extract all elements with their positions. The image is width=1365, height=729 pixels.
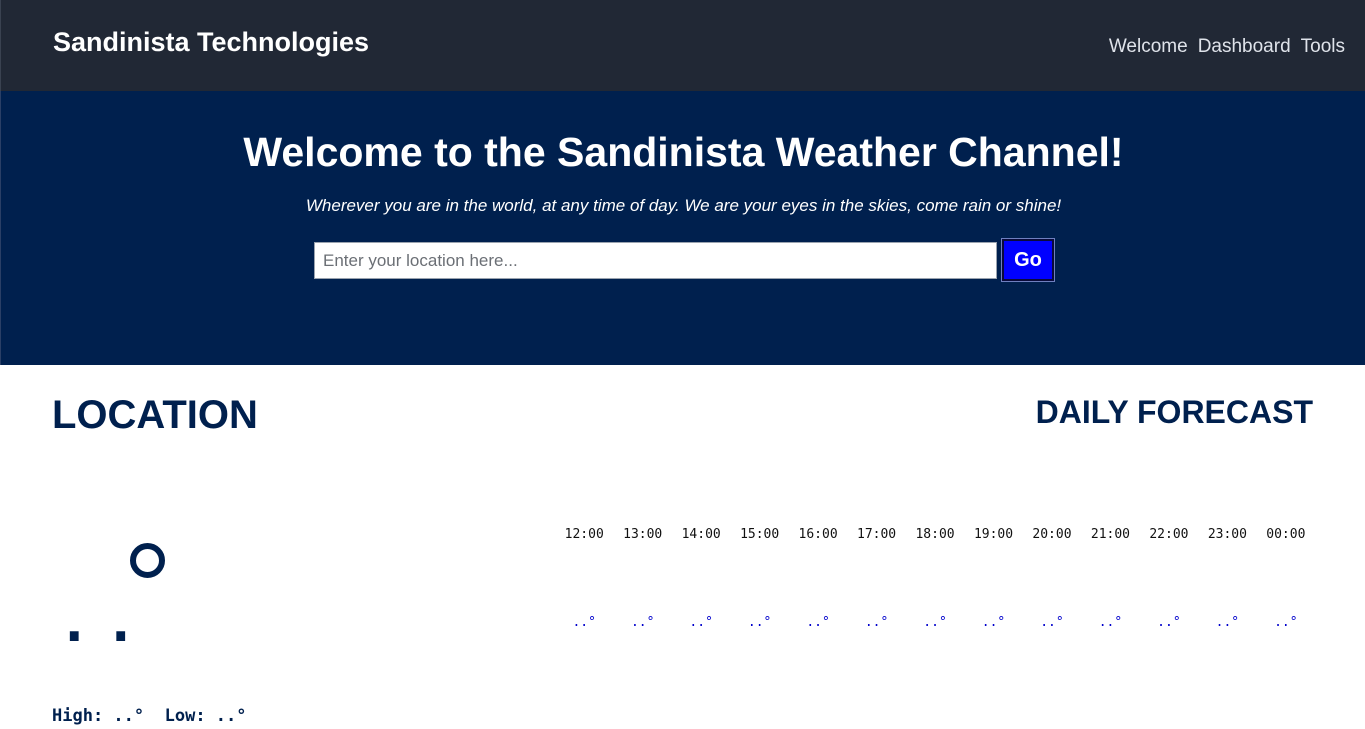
hour-temperature: ..° xyxy=(630,615,655,630)
location-title: LOCATION xyxy=(52,393,258,437)
hero-subtitle: Wherever you are in the world, at any ti… xyxy=(305,196,1062,215)
circle-weather-icon xyxy=(130,543,165,578)
hour-time: 22:00 xyxy=(1149,527,1189,542)
hourly-forecast-item: 19:00 ..° xyxy=(964,527,1022,630)
hour-time: 00:00 xyxy=(1266,527,1306,542)
hour-time: 19:00 xyxy=(973,527,1014,542)
hourly-forecast-item: 00:00 ..° xyxy=(1257,527,1315,630)
hour-time: 20:00 xyxy=(1032,527,1072,542)
hour-temperature: ..° xyxy=(1157,615,1181,630)
hour-temperature: ..° xyxy=(1274,615,1298,630)
hourly-forecast: 12:00 ..° 13:00 ..° 14:00 ..° 15:00 ..° 16:00 ..°… xyxy=(555,527,1315,630)
hour-temperature: ..° xyxy=(981,615,1006,630)
hour-time: 14:00 xyxy=(681,527,721,542)
hour-time: 13:00 xyxy=(623,527,663,542)
hour-time: 15:00 xyxy=(740,527,780,542)
hour-temperature: ..° xyxy=(1040,615,1064,630)
hour-time: 23:00 xyxy=(1207,527,1247,542)
current-temperature: .. xyxy=(58,591,152,654)
hourly-forecast-item: 12:00 ..° xyxy=(555,527,613,630)
nav-link-dashboard[interactable]: Dashboard xyxy=(1198,36,1291,58)
hour-time: 12:00 xyxy=(564,527,604,542)
hour-time: 21:00 xyxy=(1090,527,1131,542)
hour-temperature: ..° xyxy=(1098,615,1123,630)
navbar: Sandinista Technologies Welcome Dashboar… xyxy=(0,0,1365,91)
hour-temperature: ..° xyxy=(747,615,772,630)
hour-temperature: ..° xyxy=(864,615,889,630)
hour-temperature: ..° xyxy=(572,615,596,630)
hourly-forecast-item: 15:00 ..° xyxy=(730,527,788,630)
hour-temperature: ..° xyxy=(689,615,713,630)
hourly-forecast-item: 14:00 ..° xyxy=(672,527,730,630)
hour-time: 18:00 xyxy=(915,527,955,542)
high-low-temperatures: High: ..° Low: ..° xyxy=(52,706,247,726)
hourly-forecast-item: 22:00 ..° xyxy=(1140,527,1198,630)
brand-name[interactable]: Sandinista Technologies xyxy=(53,27,369,58)
low-temperature: Low: ..° xyxy=(164,706,247,726)
hour-time: 17:00 xyxy=(857,527,897,542)
daily-forecast-title: DAILY FORECAST xyxy=(1035,394,1313,430)
hour-time: 16:00 xyxy=(798,527,838,542)
hour-temperature: ..° xyxy=(1215,615,1240,630)
hourly-forecast-item: 13:00 ..° xyxy=(613,527,671,630)
nav-links: Welcome Dashboard Tools xyxy=(1109,36,1345,58)
location-search-input[interactable] xyxy=(314,242,997,279)
hourly-forecast-item: 16:00 ..° xyxy=(789,527,847,630)
hourly-forecast-item: 18:00 ..° xyxy=(906,527,964,630)
hourly-forecast-item: 23:00 ..° xyxy=(1198,527,1256,630)
hourly-forecast-item: 20:00 ..° xyxy=(1023,527,1081,630)
high-temperature: High: ..° xyxy=(52,706,145,726)
nav-link-welcome[interactable]: Welcome xyxy=(1109,36,1188,58)
hero-banner: Welcome to the Sandinista Weather Channe… xyxy=(0,91,1365,365)
hour-temperature: ..° xyxy=(923,615,947,630)
nav-link-tools[interactable]: Tools xyxy=(1301,36,1345,58)
hour-temperature: ..° xyxy=(806,615,830,630)
hero-title: Welcome to the Sandinista Weather Channe… xyxy=(243,129,1124,175)
hourly-forecast-item: 21:00 ..° xyxy=(1081,527,1139,630)
hourly-forecast-item: 17:00 ..° xyxy=(847,527,905,630)
go-button[interactable]: Go xyxy=(1001,238,1055,282)
